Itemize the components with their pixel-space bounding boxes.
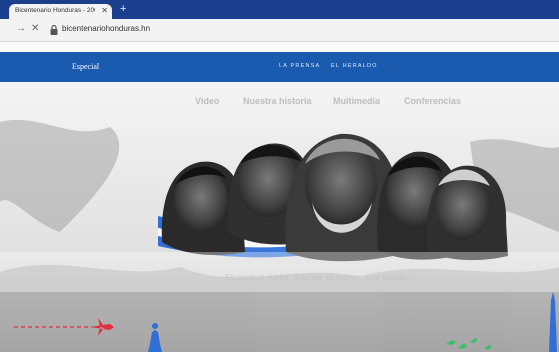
site-brand[interactable]: Especial [72, 62, 99, 71]
publisher-la-prensa[interactable]: LA PRENSA [279, 63, 320, 69]
nav-video[interactable]: Video [195, 96, 219, 106]
forward-icon[interactable]: → [16, 23, 26, 34]
close-icon[interactable]: ✕ [101, 6, 108, 15]
lock-icon [50, 24, 58, 35]
nav-conferencias[interactable]: Conferencias [404, 96, 461, 106]
browser-window: Bicentenario Honduras - 200 años ✕ + → ✕… [0, 0, 559, 352]
web-page: Especial LA PRENSA EL HERALDO Video Nues… [0, 42, 559, 352]
nav-nuestra-historia[interactable]: Nuestra historia [243, 96, 312, 106]
site-header: Especial LA PRENSA EL HERALDO [0, 52, 559, 82]
browser-tab[interactable]: Bicentenario Honduras - 200 años ✕ [9, 4, 112, 19]
url-field[interactable]: bicentenariohonduras.hn [62, 24, 150, 33]
stop-loading-icon[interactable]: ✕ [31, 23, 39, 34]
new-tab-icon[interactable]: + [120, 3, 126, 15]
tab-title: Bicentenario Honduras - 200 años [15, 7, 95, 14]
hero-section: Video Nuestra historia Multimedia Confer… [0, 82, 559, 352]
nav-multimedia[interactable]: Multimedia [333, 96, 380, 106]
publisher-el-heraldo[interactable]: EL HERALDO [331, 63, 378, 69]
hero-collage [0, 82, 559, 352]
tab-strip: Bicentenario Honduras - 200 años ✕ + [0, 0, 559, 19]
address-toolbar: → ✕ bicentenariohonduras.hn [0, 19, 559, 42]
section-nav: Video Nuestra historia Multimedia Confer… [0, 96, 559, 110]
page-top-margin [0, 42, 559, 52]
hero-slogan: Esclavitud, lucha, libertad, derechos, u… [225, 272, 415, 282]
